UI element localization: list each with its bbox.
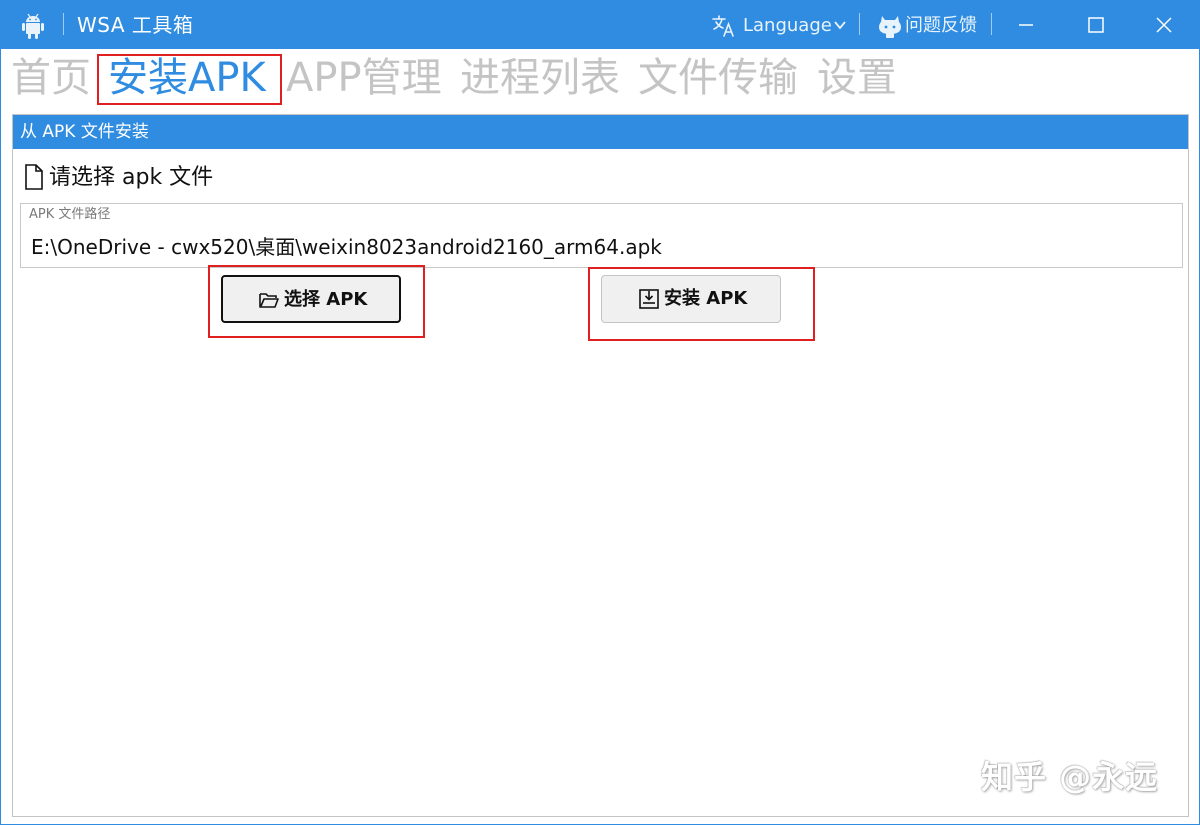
maximize-icon — [1088, 17, 1104, 33]
highlight-box-install — [588, 267, 815, 341]
highlight-box-tab — [97, 54, 282, 105]
minimize-button[interactable] — [991, 1, 1061, 49]
minimize-icon — [1019, 24, 1033, 26]
apk-path-caption: APK 文件路径 — [29, 207, 111, 222]
title-separator — [859, 13, 860, 35]
translate-icon — [712, 15, 734, 37]
highlight-box-select — [208, 265, 425, 338]
file-prompt-label: 请选择 apk 文件 — [49, 165, 214, 190]
tab-app-manage[interactable]: APP管理 — [286, 51, 442, 107]
maximize-button[interactable] — [1061, 1, 1131, 49]
panel-title: 从 APK 文件安装 — [20, 122, 149, 142]
file-icon — [25, 164, 43, 190]
chevron-down-icon — [834, 21, 846, 30]
tab-process-list[interactable]: 进程列表 — [460, 51, 620, 107]
title-separator — [63, 13, 64, 35]
file-prompt: 请选择 apk 文件 — [23, 163, 423, 195]
apk-path-value: E:\OneDrive - cwx520\桌面\weixin8023androi… — [31, 235, 662, 259]
apk-path-field[interactable]: APK 文件路径 E:\OneDrive - cwx520\桌面\weixin8… — [20, 203, 1183, 268]
panel-header: 从 APK 文件安装 — [13, 115, 1188, 149]
feedback-label: 问题反馈 — [905, 15, 977, 36]
tab-file-transfer[interactable]: 文件传输 — [638, 51, 798, 107]
android-icon — [22, 13, 44, 39]
app-title: WSA 工具箱 — [77, 13, 194, 37]
title-bar[interactable]: WSA 工具箱 Language 问题反馈 — [1, 1, 1199, 49]
install-panel: 从 APK 文件安装 请选择 apk 文件 APK 文件路径 E:\OneDri… — [12, 114, 1189, 817]
tab-settings[interactable]: 设置 — [817, 51, 897, 107]
language-label: Language — [743, 15, 832, 36]
app-window: WSA 工具箱 Language 问题反馈 首页 安装APK APP管理 进程列… — [0, 0, 1200, 825]
close-icon — [1156, 17, 1172, 33]
language-selector[interactable]: Language — [709, 9, 851, 41]
feedback-button[interactable]: 问题反馈 — [875, 9, 983, 41]
close-button[interactable] — [1129, 1, 1199, 49]
github-icon — [879, 16, 901, 38]
watermark: 知乎 @永远 — [981, 758, 1159, 796]
tab-home[interactable]: 首页 — [11, 51, 91, 107]
